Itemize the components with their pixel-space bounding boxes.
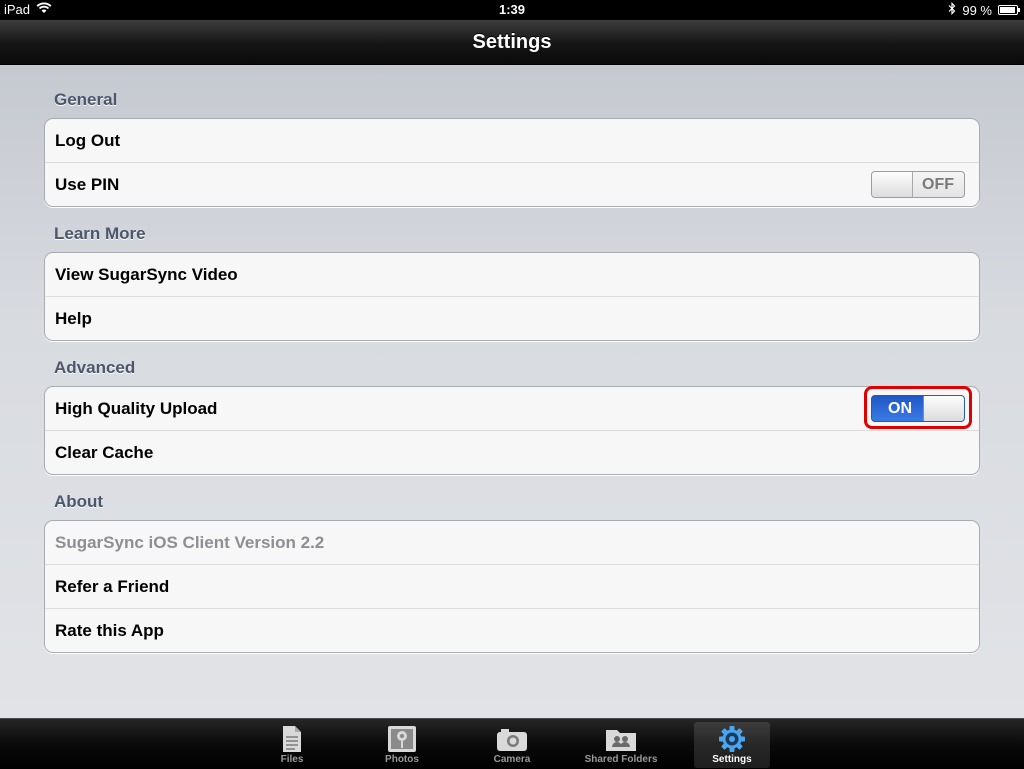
refer-friend-cell[interactable]: Refer a Friend (45, 564, 979, 608)
help-label: Help (55, 309, 92, 328)
rate-app-label: Rate this App (55, 621, 164, 640)
refer-friend-label: Refer a Friend (55, 577, 170, 596)
use-pin-cell: Use PIN OFF (45, 162, 979, 206)
log-out-cell[interactable]: Log Out (45, 119, 979, 162)
version-label: SugarSync iOS Client Version 2.2 (55, 533, 325, 552)
group-advanced: High Quality Upload ON Clear Cache (44, 386, 980, 475)
group-about: SugarSync iOS Client Version 2.2 Refer a… (44, 520, 980, 653)
group-learn-more: View SugarSync Video Help (44, 252, 980, 341)
tab-label: Shared Folders (584, 754, 658, 765)
page-title: Settings (472, 31, 552, 53)
camera-icon (497, 729, 527, 751)
status-bar: iPad 1:39 99 % (0, 0, 1024, 20)
tab-shared-folders[interactable]: Shared Folders (583, 722, 659, 768)
tab-bar: Files Photos Camera Shared Folders Setti… (0, 718, 1024, 769)
hq-upload-cell: High Quality Upload ON (45, 387, 979, 430)
tab-settings[interactable]: Settings (694, 722, 770, 768)
document-icon (283, 726, 301, 752)
tab-label: Settings (712, 754, 752, 765)
tab-photos[interactable]: Photos (364, 722, 440, 768)
view-video-cell[interactable]: View SugarSync Video (45, 253, 979, 296)
switch-state-label: OFF (922, 176, 954, 193)
group-general: Log Out Use PIN OFF (44, 118, 980, 207)
section-header-advanced: Advanced (54, 358, 136, 377)
shared-folder-icon (606, 730, 636, 751)
section-header-general: General (54, 90, 118, 109)
clear-cache-label: Clear Cache (55, 443, 154, 462)
tab-files[interactable]: Files (254, 722, 330, 768)
hq-upload-label: High Quality Upload (55, 399, 218, 418)
clear-cache-cell[interactable]: Clear Cache (45, 430, 979, 474)
highlight-annotation (864, 386, 972, 429)
switch-knob (872, 172, 913, 197)
tab-label: Camera (493, 754, 531, 765)
battery-icon (998, 5, 1020, 15)
gear-icon (719, 726, 745, 752)
tab-camera[interactable]: Camera (474, 722, 550, 768)
help-cell[interactable]: Help (45, 296, 979, 340)
photos-icon (388, 726, 416, 752)
section-header-about: About (54, 492, 104, 511)
rate-app-cell[interactable]: Rate this App (45, 608, 979, 652)
bluetooth-icon (948, 2, 956, 18)
view-video-label: View SugarSync Video (55, 265, 238, 284)
use-pin-label: Use PIN (55, 175, 120, 194)
section-header-learn-more: Learn More (54, 224, 146, 243)
version-cell: SugarSync iOS Client Version 2.2 (45, 521, 979, 564)
battery-percent: 99 % (962, 2, 992, 18)
tab-label: Files (280, 754, 304, 765)
tab-label: Photos (385, 754, 419, 765)
use-pin-switch[interactable]: OFF (871, 171, 965, 198)
log-out-label: Log Out (55, 131, 121, 150)
status-time: 1:39 (498, 2, 526, 17)
nav-bar: Settings (0, 20, 1024, 65)
